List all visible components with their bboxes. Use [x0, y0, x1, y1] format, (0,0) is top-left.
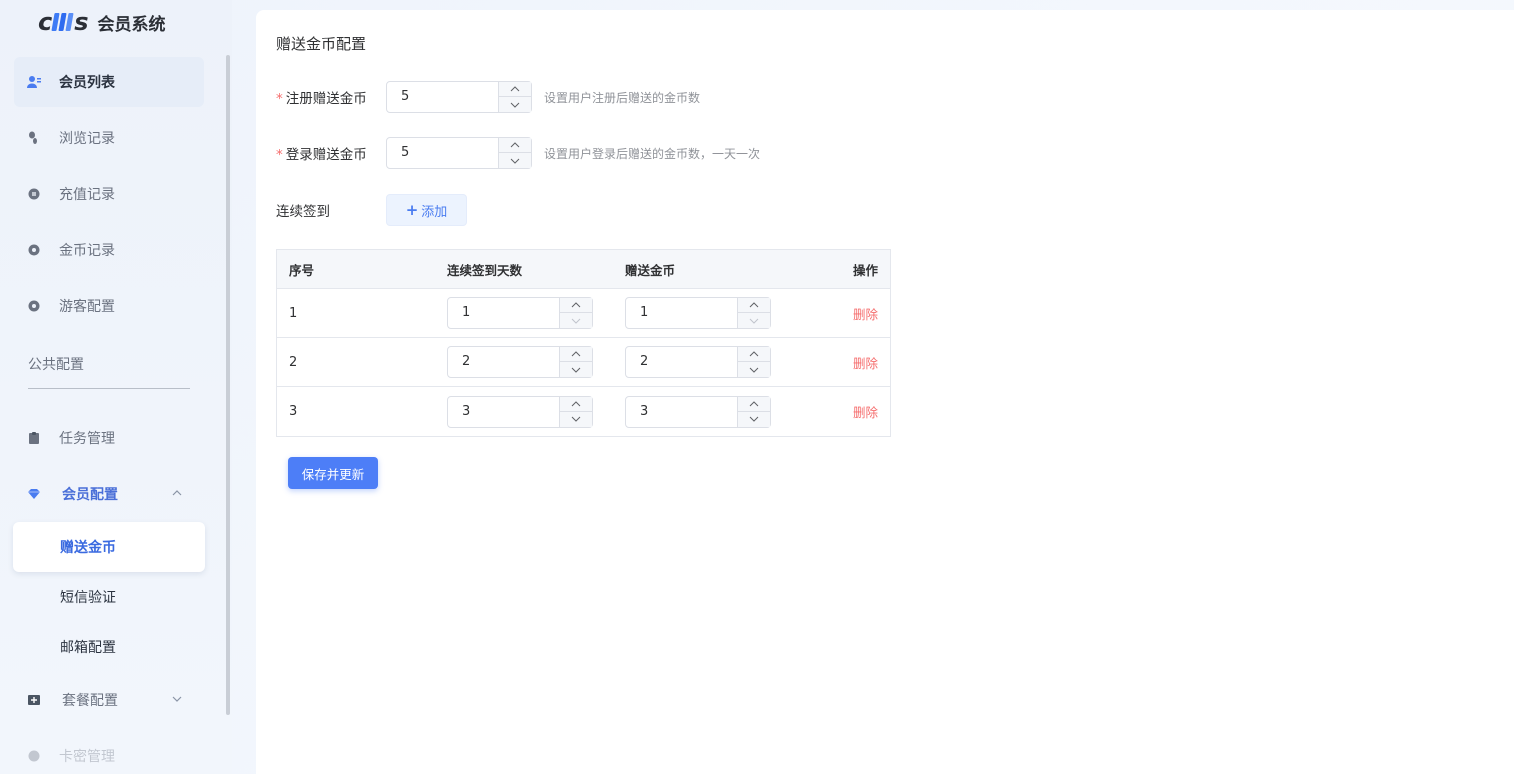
footprint-icon [26, 130, 42, 146]
login-coins-input[interactable]: 5 [386, 137, 532, 169]
sidebar-item-card-management[interactable]: 卡密管理 [14, 731, 204, 774]
sidebar-item-label: 金币记录 [59, 243, 115, 259]
decrease-button[interactable] [560, 412, 592, 427]
app-title: 会员系统 [97, 14, 166, 35]
sidebar-item-task-management[interactable]: 任务管理 [14, 413, 204, 463]
row-index: 3 [289, 404, 298, 419]
sidebar-item-label: 卡密管理 [59, 749, 115, 765]
increase-button[interactable] [499, 82, 531, 97]
package-icon [26, 692, 42, 708]
page-title: 赠送金币配置 [276, 35, 367, 53]
save-update-button[interactable]: 保存并更新 [288, 457, 378, 489]
stepper [498, 138, 531, 168]
increase-button[interactable] [738, 347, 770, 362]
sidebar-item-label: 会员配置 [62, 487, 118, 503]
sidebar-scrollbar[interactable] [226, 55, 230, 715]
sidebar-item-guest-config[interactable]: 游客配置 [14, 281, 204, 331]
diamond-icon [26, 486, 42, 502]
stepper [737, 396, 770, 427]
header-coins: 赠送金币 [625, 262, 676, 278]
coin-icon [26, 242, 42, 258]
sidebar-item-recharge-records[interactable]: 充值记录 [14, 169, 204, 219]
decrease-button[interactable] [499, 97, 531, 112]
coins-input[interactable]: 1 [625, 297, 771, 329]
section-divider [28, 388, 190, 389]
chevron-up-icon [172, 486, 182, 496]
decrease-button[interactable] [738, 362, 770, 377]
sidebar-subitem-gift-coins[interactable]: 赠送金币 [13, 522, 205, 572]
sidebar-item-label: 会员列表 [59, 75, 115, 91]
register-coins-hint: 设置用户注册后赠送的金币数 [544, 90, 701, 105]
increase-button[interactable] [738, 397, 770, 412]
decrease-button[interactable] [738, 412, 770, 427]
app-logo[interactable]: c s 会员系统 [38, 8, 166, 36]
header-days: 连续签到天数 [447, 262, 523, 278]
delete-link[interactable]: 删除 [853, 307, 878, 322]
sidebar-item-label: 套餐配置 [62, 693, 118, 709]
increase-button[interactable] [560, 347, 592, 362]
delete-link[interactable]: 删除 [853, 405, 878, 420]
table-row: 3 3 3 删除 [277, 387, 890, 436]
register-coins-label: * 注册赠送金币 [276, 91, 367, 107]
header-action: 操作 [852, 262, 878, 278]
table-header: 序号 连续签到天数 赠送金币 操作 [277, 250, 890, 289]
sidebar-item-package-config[interactable]: 套餐配置 [14, 675, 204, 725]
clipboard-icon [26, 430, 42, 446]
login-coins-row: * 登录赠送金币 5 设置用户登录后赠送的金币数，一天一次 [276, 137, 760, 169]
sidebar: c s 会员系统 会员列表 浏览记录 充值记录 金币记录 游客配置 公共配置 任… [0, 0, 232, 774]
row-index: 1 [289, 305, 298, 321]
login-coins-hint: 设置用户登录后赠送的金币数，一天一次 [544, 146, 761, 161]
sidebar-item-label: 游客配置 [59, 299, 115, 315]
table-row: 1 1 1 删除 [277, 289, 890, 338]
stepper [737, 347, 770, 377]
add-checkin-button[interactable]: + 添加 [386, 194, 467, 226]
checkin-label: 连续签到 [276, 204, 330, 220]
coins-input[interactable]: 3 [625, 395, 771, 428]
increase-button[interactable] [560, 298, 592, 313]
stepper [559, 347, 592, 377]
decrease-button[interactable] [560, 313, 592, 328]
chevron-down-icon [172, 692, 182, 702]
table-row: 2 2 2 删除 [277, 338, 890, 387]
increase-button[interactable] [738, 298, 770, 313]
users-icon [26, 74, 42, 90]
sidebar-subitem-email-config[interactable]: 邮箱配置 [13, 622, 205, 672]
sidebar-subitem-sms-verify[interactable]: 短信验证 [13, 572, 205, 622]
sidebar-item-browse-history[interactable]: 浏览记录 [14, 113, 204, 163]
register-coins-row: * 注册赠送金币 5 设置用户注册后赠送的金币数 [276, 81, 700, 113]
row-index: 2 [289, 354, 298, 370]
delete-link[interactable]: 删除 [853, 356, 878, 371]
sidebar-item-label: 浏览记录 [59, 131, 115, 147]
stepper [737, 298, 770, 328]
record-icon [26, 186, 42, 202]
register-coins-input[interactable]: 5 [386, 81, 532, 113]
sidebar-item-label: 任务管理 [59, 431, 115, 447]
section-label-public-config: 公共配置 [28, 357, 84, 373]
stepper [559, 396, 592, 427]
card-icon [26, 748, 42, 764]
decrease-button[interactable] [499, 153, 531, 168]
header-index: 序号 [289, 262, 315, 278]
plus-icon: + [405, 201, 419, 219]
login-coins-label: * 登录赠送金币 [276, 147, 367, 163]
main-panel: 赠送金币配置 * 注册赠送金币 5 设置用户注册后赠送的金币数 * 登录赠送金币 5… [256, 10, 1514, 774]
checkin-table: 序号 连续签到天数 赠送金币 操作 1 1 1 删除 2 2 2 删除 3 3 … [276, 249, 891, 437]
stepper [498, 82, 531, 112]
increase-button[interactable] [560, 397, 592, 412]
sidebar-item-coin-records[interactable]: 金币记录 [14, 225, 204, 275]
days-input[interactable]: 3 [447, 395, 593, 428]
coins-input[interactable]: 2 [625, 346, 771, 378]
days-input[interactable]: 2 [447, 346, 593, 378]
decrease-button[interactable] [738, 313, 770, 328]
sidebar-item-member-list[interactable]: 会员列表 [14, 57, 204, 107]
sidebar-item-member-config[interactable]: 会员配置 [14, 469, 204, 519]
stepper [559, 298, 592, 328]
decrease-button[interactable] [560, 362, 592, 377]
guest-icon [26, 298, 42, 314]
days-input[interactable]: 1 [447, 297, 593, 329]
sidebar-item-label: 充值记录 [59, 187, 115, 203]
checkin-row: 连续签到 + 添加 [276, 194, 467, 226]
cms-logo-icon: c s [38, 8, 89, 36]
increase-button[interactable] [499, 138, 531, 153]
